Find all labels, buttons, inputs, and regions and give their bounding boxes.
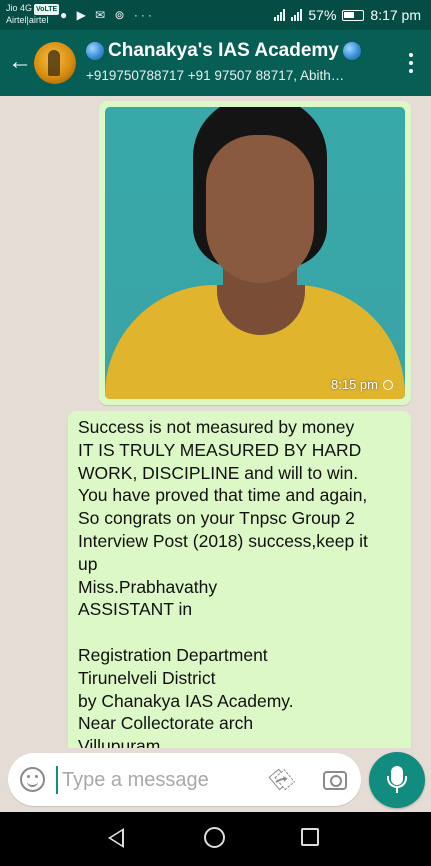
group-avatar[interactable] (34, 42, 76, 84)
message-list[interactable]: 8:15 pm Success is not measured by money… (0, 96, 431, 748)
text-message[interactable]: Success is not measured by money IT IS T… (68, 411, 411, 748)
back-arrow-icon[interactable]: ← (6, 47, 34, 77)
chat-title-text: Chanakya's IAS Academy (108, 40, 339, 61)
globe-icon (342, 42, 361, 60)
message-line: Success is not measured by money (78, 417, 355, 437)
image-message[interactable]: 8:15 pm (99, 101, 411, 405)
chat-title[interactable]: Chanakya's IAS Academy (86, 40, 361, 62)
nav-recents-icon[interactable] (301, 828, 319, 846)
message-line: Interview Post (2018) success,keep it (78, 530, 368, 551)
message-line: Near Collectorate arch (78, 713, 254, 734)
signal-icon-2 (291, 9, 303, 21)
message-input[interactable] (56, 766, 256, 794)
chat-header: ← Chanakya's IAS Academy +919750788717 +… (0, 30, 431, 96)
photo-thumbnail[interactable]: 8:15 pm (105, 107, 405, 399)
globe-icon (86, 42, 104, 60)
message-line: Villupuram (78, 736, 161, 748)
status-right: 57% 8:17 pm (274, 7, 421, 23)
voice-record-button[interactable] (369, 752, 425, 808)
composer: ⎘ (0, 748, 431, 812)
system-nav-bar (0, 812, 431, 866)
nav-back-icon[interactable] (108, 828, 124, 848)
nav-home-icon[interactable] (204, 827, 225, 848)
camera-icon[interactable] (323, 771, 347, 790)
message-line: Registration Department (78, 644, 268, 665)
battery-percent: 57% (308, 7, 337, 23)
message-line: ASSISTANT in (78, 599, 193, 620)
volte-badge: VoLTE (34, 4, 60, 15)
status-bar: Jio 4G VoLTE Airtel|airtel ● ▶ ✉ ⊚ ··· 57… (0, 0, 431, 30)
attach-icon[interactable]: ⎘ (265, 763, 302, 800)
clock-icon (383, 379, 393, 390)
emoji-icon[interactable] (20, 767, 45, 792)
message-line (78, 621, 401, 644)
notification-icons: ● ▶ ✉ ⊚ ··· (60, 8, 155, 22)
signal-icon (274, 9, 286, 21)
battery-icon (342, 9, 365, 21)
message-line: So congrats on your Tnpsc Group 2 (78, 508, 355, 529)
clock-time: 8:17 pm (370, 7, 421, 23)
message-line: IT IS TRULY MEASURED BY HARD (78, 439, 362, 460)
carrier-info: Jio 4G VoLTE Airtel|airtel (6, 3, 60, 26)
message-box: ⎘ (8, 753, 361, 806)
carrier-secondary: Airtel|airtel (6, 15, 49, 25)
message-line: WORK, DISCIPLINE and will to win. (78, 462, 359, 483)
message-line: Tirunelveli District (78, 667, 216, 688)
carrier-primary: Jio 4G (6, 3, 33, 13)
message-time: 8:15 pm (331, 377, 393, 392)
message-line: up (78, 553, 98, 574)
message-line: by Chanakya IAS Academy. (78, 690, 294, 711)
message-line: You have proved that time and again, (78, 485, 368, 506)
chat-participants[interactable]: +919750788717 +91 97507 88717, Abith… (86, 68, 382, 83)
more-options-icon[interactable] (403, 50, 419, 76)
message-line: Miss.Prabhavathy (78, 576, 218, 597)
